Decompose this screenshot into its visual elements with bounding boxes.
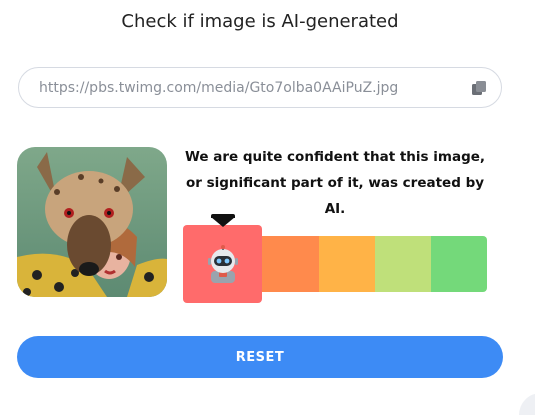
ai-verdict-text: We are quite confident that this image, … bbox=[184, 149, 486, 217]
image-url-field[interactable]: https://pbs.twimg.com/media/Gto7olba0AAi… bbox=[18, 67, 502, 108]
meter-segment-2 bbox=[262, 236, 319, 292]
card-corner bbox=[519, 393, 535, 415]
meter-pointer-icon bbox=[211, 217, 235, 227]
meter-segment-5 bbox=[431, 236, 487, 292]
copy-icon[interactable] bbox=[471, 80, 487, 96]
page-title: Check if image is AI-generated bbox=[121, 11, 399, 32]
meter-segment-4 bbox=[375, 236, 431, 292]
robot-icon bbox=[208, 245, 238, 283]
uploaded-image-thumbnail bbox=[17, 147, 167, 297]
meter-segment-3 bbox=[319, 236, 375, 292]
reset-button[interactable]: RESET bbox=[17, 336, 503, 378]
image-url-value[interactable]: https://pbs.twimg.com/media/Gto7olba0AAi… bbox=[39, 80, 439, 96]
